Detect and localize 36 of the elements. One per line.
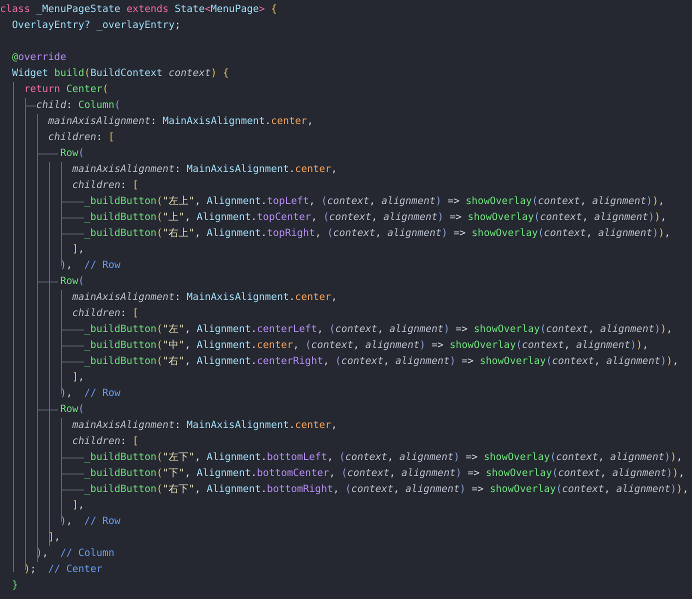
code-line: ), // Row — [59, 515, 120, 529]
code-line: ), // Row — [59, 387, 120, 401]
code-line: _buildButton("中", Alignment.center, (context, alignment) => showOverlay(context, alignment)), — [83, 338, 648, 353]
code-line: _buildButton("右上", Alignment.topRight, (context, alignment) => showOverlay(context, alignment)), — [83, 226, 670, 241]
code-line: return Center( — [23, 83, 108, 97]
code-line: } — [11, 579, 18, 593]
code-line: Row( — [59, 147, 84, 161]
code-line: mainAxisAlignment: MainAxisAlignment.center, — [71, 291, 338, 305]
code-line: class _MenuPageState extends State<MenuPage> { — [0, 3, 277, 17]
code-line: ), // Column — [35, 547, 114, 561]
code-line: children: [ — [71, 435, 138, 449]
code-line: ], — [71, 371, 84, 385]
code-line: Widget build(BuildContext context) { — [11, 67, 229, 81]
code-line: Row( — [59, 403, 84, 417]
code-line: _buildButton("右下", Alignment.bottomRight, (context, alignment) => showOverlay(context, alignment)), — [83, 483, 688, 497]
code-line: ), // Row — [59, 259, 120, 273]
code-line: mainAxisAlignment: MainAxisAlignment.center, — [71, 419, 338, 433]
code-line: children: [ — [71, 179, 138, 193]
code-line: _buildButton("左下", Alignment.bottomLeft, (context, alignment) => showOverlay(context, alignment)), — [83, 451, 682, 465]
code-line: _buildButton("右", Alignment.centerRight, (context, alignment) => showOverlay(context, alignment)), — [83, 355, 678, 369]
code-line: Row( — [59, 275, 84, 289]
code-line: ], — [71, 243, 84, 257]
code-line: ], — [47, 531, 60, 545]
code-line: ], — [71, 499, 84, 513]
code-line: mainAxisAlignment: MainAxisAlignment.center, — [71, 163, 338, 177]
code-line: children: [ — [47, 131, 114, 145]
code-line: _buildButton("左上", Alignment.topLeft, (context, alignment) => showOverlay(context, alignment)), — [83, 194, 664, 209]
code-line: child: Column( — [35, 99, 120, 113]
code-line: children: [ — [71, 307, 138, 321]
code-line: _buildButton("上", Alignment.topCenter, (context, alignment) => showOverlay(context, alignment)), — [83, 210, 666, 225]
code-line: mainAxisAlignment: MainAxisAlignment.center, — [47, 115, 314, 129]
code-line: OverlayEntry? _overlayEntry; — [11, 19, 181, 33]
code-line: _buildButton("下", Alignment.bottomCenter, (context, alignment) => showOverlay(context, alignment)), — [83, 467, 684, 481]
code-line: @override — [11, 51, 66, 65]
code-line: _buildButton("左", Alignment.centerLeft, (context, alignment) => showOverlay(context, alignment)), — [83, 323, 672, 337]
code-line: ); // Center — [23, 563, 102, 577]
